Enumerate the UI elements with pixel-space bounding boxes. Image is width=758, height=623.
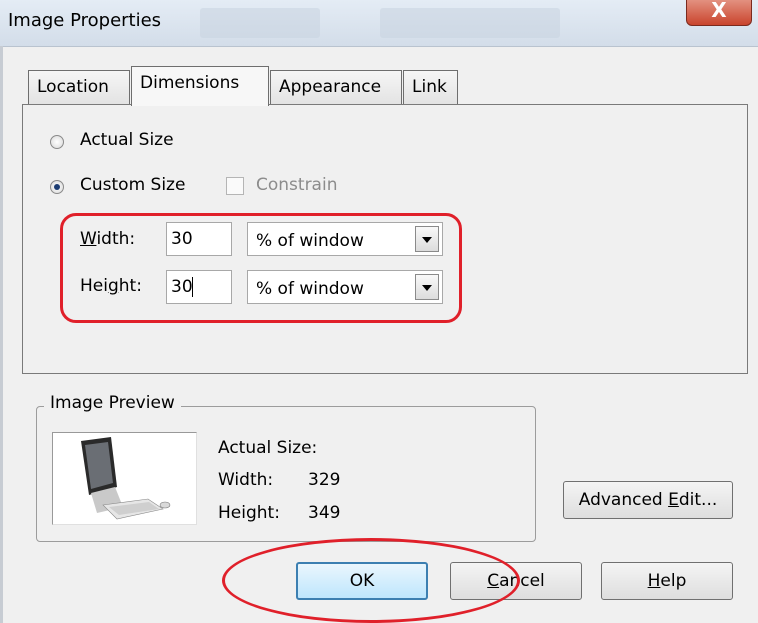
height-label: Height: (80, 276, 142, 296)
preview-actual-size-label: Actual Size: (218, 438, 318, 458)
tab-location[interactable]: Location (28, 70, 130, 104)
preview-width-label: Width: (218, 470, 274, 490)
width-unit-select[interactable]: % of window (247, 222, 443, 256)
width-unit-value: % of window (256, 231, 364, 251)
constrain-label: Constrain (256, 175, 338, 195)
preview-height-value: 349 (308, 503, 341, 523)
chevron-down-icon[interactable] (415, 226, 439, 252)
tab-label: Dimensions (140, 73, 240, 93)
advanced-edit-button[interactable]: Advanced Edit... (563, 481, 733, 519)
background-blur (380, 8, 560, 38)
preview-width-value: 329 (308, 470, 341, 490)
height-input[interactable]: 30 (166, 270, 232, 304)
height-unit-select[interactable]: % of window (247, 270, 443, 304)
constrain-checkbox[interactable] (226, 177, 244, 195)
tab-dimensions[interactable]: Dimensions (131, 66, 269, 106)
ok-button[interactable]: OK (296, 562, 428, 600)
window-title: Image Properties (8, 10, 162, 31)
help-button[interactable]: Help (601, 562, 733, 600)
title-bar: Image Properties X (0, 0, 758, 47)
background-blur (200, 8, 320, 38)
text-caret (192, 277, 193, 297)
preview-height-label: Height: (218, 503, 280, 523)
image-preview-legend: Image Preview (44, 393, 181, 413)
tab-appearance[interactable]: Appearance (270, 70, 402, 104)
chevron-down-icon[interactable] (415, 274, 439, 300)
tab-label: Link (412, 77, 447, 97)
window-border (0, 46, 3, 623)
custom-size-label: Custom Size (80, 175, 186, 195)
cancel-button[interactable]: Cancel (450, 562, 582, 600)
height-unit-value: % of window (256, 279, 364, 299)
width-input[interactable]: 30 (166, 222, 232, 256)
tab-link[interactable]: Link (403, 70, 458, 104)
actual-size-label: Actual Size (80, 130, 174, 150)
tab-label: Location (37, 77, 109, 97)
close-button[interactable]: X (686, 0, 752, 26)
image-preview-box (52, 432, 197, 525)
custom-size-radio[interactable] (50, 180, 64, 194)
tab-label: Appearance (279, 77, 382, 97)
actual-size-radio[interactable] (50, 135, 64, 149)
monitor-computer-icon (81, 437, 171, 520)
close-icon: X (711, 0, 727, 22)
width-label: Width: (80, 229, 136, 249)
